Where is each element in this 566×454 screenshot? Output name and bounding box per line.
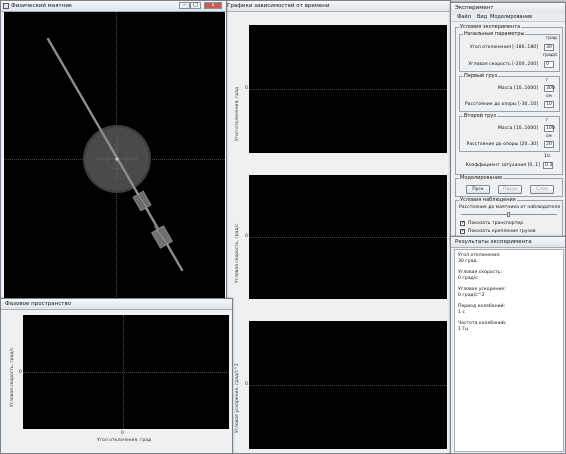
angle-input[interactable]: 30 xyxy=(544,44,554,51)
pendulum-window-title: Физический маятник xyxy=(11,3,73,9)
load1-dist-label: Расстояние до опоры [-30..10] xyxy=(464,102,538,107)
load1-mass-unit: г xyxy=(546,78,549,83)
results-window: Результаты эксперимента Угол отклонения:… xyxy=(450,236,566,454)
phase-ylabel: Угловая скорость, град/с xyxy=(10,347,15,407)
phase-window: Фазовое пространство Угловая скорость, г… xyxy=(0,298,233,454)
acceleration-graph-zero: 0 xyxy=(245,382,248,387)
result-frequency-label: Частота колебаний: xyxy=(458,321,507,326)
result-frequency-value: 1 Гц xyxy=(458,327,469,332)
result-velocity-value: 0 град/с xyxy=(458,276,478,281)
velocity-label: Угловая скорость [-200..200] xyxy=(468,62,538,67)
show-fastening-checkbox[interactable]: ✓ xyxy=(460,229,465,234)
phase-x-zero: 0 xyxy=(121,431,124,436)
pendulum-canvas xyxy=(4,12,225,299)
results-titlebar[interactable]: Результаты эксперимента xyxy=(451,237,565,248)
angle-label: Угол отклонения [-180..180] xyxy=(469,45,538,50)
result-acceleration-label: Угловое ускорение: xyxy=(458,287,506,292)
pendulum-window: Физический маятник – □ x xyxy=(0,0,227,300)
result-velocity-label: Угловая скорость: xyxy=(458,270,502,275)
load1-dist-input[interactable]: 10 xyxy=(544,101,554,108)
modeling-group-title: Моделирование xyxy=(459,175,504,181)
velocity-graph-ylabel: Угловая скорость, град/с xyxy=(235,223,240,283)
menu-file[interactable]: Файл xyxy=(457,14,471,20)
app-icon xyxy=(3,3,9,9)
velocity-input[interactable]: 0 xyxy=(544,61,554,68)
load1-dist-unit: см xyxy=(546,94,552,99)
maximize-button[interactable]: □ xyxy=(190,2,201,9)
experiment-window: Эксперимент Файл Вид Моделирование Услов… xyxy=(450,2,566,240)
first-load-title: Первый груз xyxy=(463,73,499,79)
observation-group-title: Условия наблюдения xyxy=(459,197,517,203)
conditions-group-title: Условия эксперимента xyxy=(459,24,522,30)
load2-mass-unit: г xyxy=(546,118,549,123)
load1-mass-input[interactable]: 300 xyxy=(544,85,555,92)
menu-modeling[interactable]: Моделирование xyxy=(490,14,532,20)
show-protractor-label: Показать транспортир xyxy=(468,221,524,226)
load2-mass-input[interactable]: 100 xyxy=(544,125,555,132)
minimize-button[interactable]: – xyxy=(179,2,190,9)
results-window-title: Результаты эксперимента xyxy=(455,239,532,245)
phase-xlabel: Угол отклонения, град xyxy=(97,438,152,443)
observer-distance-label: Расстояние до маятника от наблюдателя xyxy=(459,205,560,210)
initial-params-title: Начальные параметры xyxy=(463,31,526,37)
phase-window-title: Фазовое пространство xyxy=(5,301,72,307)
close-button[interactable]: x xyxy=(204,2,222,9)
velocity-graph xyxy=(249,175,447,299)
experiment-window-title: Эксперимент xyxy=(455,5,494,11)
show-protractor-checkbox[interactable]: ✓ xyxy=(460,221,465,226)
phase-plot xyxy=(23,315,229,429)
load2-dist-input[interactable]: 20 xyxy=(544,141,554,148)
menu-view[interactable]: Вид xyxy=(477,14,487,20)
first-load-group: Первый груз г Масса [10..1000] 300 см Ра… xyxy=(459,73,560,112)
angle-graph xyxy=(249,25,447,153)
pivot xyxy=(115,157,119,161)
observer-distance-slider[interactable] xyxy=(461,212,557,217)
pendulum-drawing xyxy=(46,37,184,272)
result-angle-value: 30 град xyxy=(458,259,477,264)
experiment-menubar: Файл Вид Моделирование xyxy=(451,13,565,22)
result-acceleration-value: 0 град/с^2 xyxy=(458,293,485,298)
show-fastening-label: Показать крепление грузов xyxy=(468,229,536,234)
graphs-window-title: Графики зависимостей от времени xyxy=(227,3,330,9)
load2-mass-label: Масса [10..1000] xyxy=(497,126,538,131)
observation-group: Условия наблюдения Расстояние до маятник… xyxy=(455,197,563,238)
acceleration-graph-ylabel: Угловое ускорение, град/с^2 xyxy=(235,363,240,433)
start-button[interactable]: Пуск xyxy=(466,185,490,194)
velocity-unit: град/с xyxy=(543,53,558,58)
phase-titlebar[interactable]: Фазовое пространство xyxy=(1,299,232,310)
acceleration-graph xyxy=(249,321,447,449)
stop-button[interactable]: Стоп xyxy=(530,185,554,194)
angle-graph-ylabel: Угол отклонения, град xyxy=(235,86,240,141)
result-angle-label: Угол отклонения: xyxy=(458,253,501,258)
second-load-title: Второй груз xyxy=(463,113,497,119)
angle-unit: град xyxy=(546,36,557,41)
load2-dist-unit: см xyxy=(546,134,552,139)
modeling-group: Моделирование Пуск Пауза Стоп xyxy=(455,175,563,197)
second-load xyxy=(151,225,173,249)
second-load-group: Второй груз г Масса [10..1000] 100 см Ра… xyxy=(459,113,560,152)
velocity-graph-zero: 0 xyxy=(245,234,248,239)
slider-thumb[interactable] xyxy=(507,212,510,217)
angle-graph-zero: 0 xyxy=(245,86,248,91)
initial-params-group: Начальные параметры град Угол отклонения… xyxy=(459,31,560,72)
load1-mass-label: Масса [10..1000] xyxy=(497,86,538,91)
load2-dist-label: Расстояние до опоры [20..30] xyxy=(466,142,538,147)
damping-unit: 1/с xyxy=(544,154,551,159)
results-panel: Угол отклонения: 30 град Угловая скорост… xyxy=(454,249,564,452)
graphs-titlebar[interactable]: Графики зависимостей от времени xyxy=(223,1,450,12)
graphs-window: Графики зависимостей от времени Угол отк… xyxy=(222,0,451,454)
result-period-value: 1 с xyxy=(458,310,465,315)
phase-y-zero: 0 xyxy=(19,370,22,375)
damping-input[interactable]: 0.3 xyxy=(543,162,553,169)
conditions-group: Условия эксперимента Начальные параметры… xyxy=(455,24,563,175)
first-load xyxy=(132,190,152,212)
result-period-label: Период колебаний: xyxy=(458,304,506,309)
pendulum-titlebar[interactable]: Физический маятник – □ x xyxy=(1,1,226,12)
pause-button[interactable]: Пауза xyxy=(498,185,522,194)
damping-label: Коэффициент затухания [0..1] xyxy=(465,163,540,168)
